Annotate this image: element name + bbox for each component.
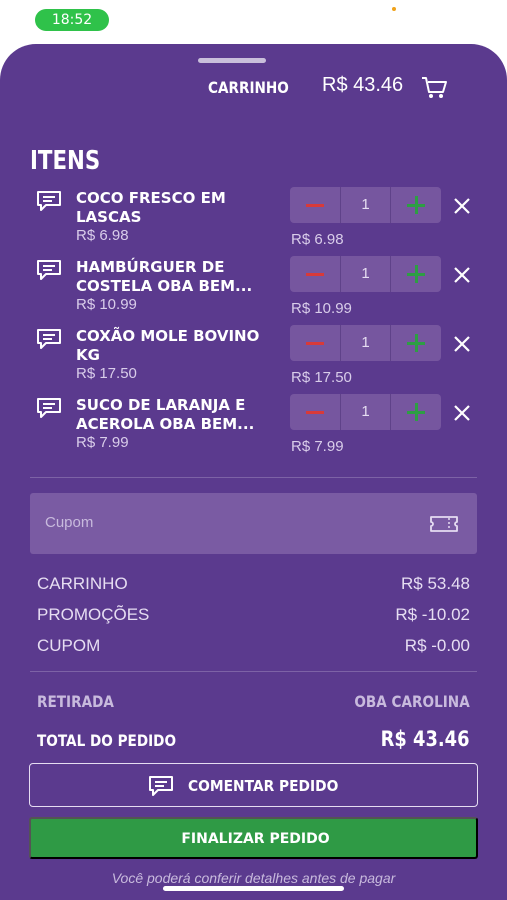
increment-button[interactable] (391, 187, 441, 223)
summary-label: CUPOM (37, 636, 101, 655)
home-indicator[interactable] (163, 886, 344, 891)
divider (30, 671, 477, 672)
quantity-stepper: 1 (290, 325, 441, 361)
drag-handle[interactable] (198, 58, 266, 63)
quantity-value: 1 (340, 187, 391, 223)
decrement-button[interactable] (290, 394, 340, 430)
cart-sheet: CARRINHO R$ 43.46 ITENS COCO FRESCO EM L… (0, 44, 507, 900)
finish-order-label: FINALIZAR PEDIDO (181, 831, 330, 847)
item-line-total: R$ 7.99 (291, 438, 344, 455)
cart-item: COXÃO MOLE BOVINO KG R$ 17.50 1 R$ 17.50 (0, 325, 507, 391)
cart-header-total: R$ 43.46 (322, 74, 404, 96)
summary-row-cart: CARRINHO R$ 53.48 (37, 574, 470, 596)
comment-icon[interactable] (36, 397, 62, 419)
quantity-stepper: 1 (290, 187, 441, 223)
decrement-button[interactable] (290, 187, 340, 223)
pickup-store: OBA CAROLINA (354, 692, 470, 711)
close-icon[interactable] (451, 264, 473, 286)
divider (30, 477, 477, 478)
quantity-stepper: 1 (290, 394, 441, 430)
comment-icon[interactable] (36, 259, 62, 281)
order-total-label: TOTAL DO PEDIDO (37, 731, 177, 750)
cart-icon[interactable] (420, 74, 448, 100)
item-line-total: R$ 17.50 (291, 369, 352, 386)
item-line-total: R$ 6.98 (291, 231, 344, 248)
item-unit-price: R$ 6.98 (76, 227, 129, 244)
order-total-row: TOTAL DO PEDIDO R$ 43.46 (37, 727, 470, 751)
item-line-total: R$ 10.99 (291, 300, 352, 317)
close-icon[interactable] (451, 333, 473, 355)
finish-order-button[interactable]: FINALIZAR PEDIDO (29, 817, 478, 859)
item-name: SUCO DE LARANJA E ACEROLA OBA BEM... (76, 396, 255, 433)
cart-title: CARRINHO (208, 78, 289, 97)
summary-row-promotions: PROMOÇÕES R$ -10.02 (37, 605, 470, 627)
payment-note: Você poderá conferir detalhes antes de p… (111, 870, 396, 886)
decrement-button[interactable] (290, 256, 340, 292)
increment-button[interactable] (391, 325, 441, 361)
decrement-button[interactable] (290, 325, 340, 361)
quantity-value: 1 (340, 256, 391, 292)
item-name: COCO FRESCO EM LASCAS (76, 189, 226, 226)
ticket-icon (430, 516, 458, 532)
coupon-field[interactable]: Cupom (30, 493, 477, 554)
item-name: HAMBÚRGUER DE COSTELA OBA BEM... (76, 258, 253, 295)
item-unit-price: R$ 17.50 (76, 365, 137, 382)
comment-order-button[interactable]: COMENTAR PEDIDO (29, 763, 478, 807)
cart-item: SUCO DE LARANJA E ACEROLA OBA BEM... R$ … (0, 394, 507, 460)
quantity-value: 1 (340, 394, 391, 430)
summary-value: R$ -0.00 (404, 636, 470, 655)
quantity-value: 1 (340, 325, 391, 361)
comment-icon[interactable] (36, 190, 62, 212)
increment-button[interactable] (391, 394, 441, 430)
status-dot (392, 7, 396, 11)
item-unit-price: R$ 7.99 (76, 434, 129, 451)
items-section-title: ITENS (30, 146, 101, 176)
order-total-value: R$ 43.46 (381, 727, 470, 751)
comment-icon (149, 776, 173, 796)
summary-value: R$ -10.02 (395, 605, 470, 624)
summary-row-coupon: CUPOM R$ -0.00 (37, 636, 470, 658)
cart-item: HAMBÚRGUER DE COSTELA OBA BEM... R$ 10.9… (0, 256, 507, 322)
close-icon[interactable] (451, 402, 473, 424)
summary-label: PROMOÇÕES (37, 605, 150, 624)
increment-button[interactable] (391, 256, 441, 292)
close-icon[interactable] (451, 195, 473, 217)
comment-icon[interactable] (36, 328, 62, 350)
summary-value: R$ 53.48 (401, 574, 470, 593)
pickup-row: RETIRADA OBA CAROLINA (37, 692, 470, 716)
item-unit-price: R$ 10.99 (76, 296, 137, 313)
comment-order-label: COMENTAR PEDIDO (188, 777, 339, 795)
status-time: 18:52 (35, 9, 109, 31)
summary-label: CARRINHO (37, 574, 128, 593)
cart-header: CARRINHO R$ 43.46 (0, 72, 507, 104)
pickup-label: RETIRADA (37, 692, 114, 711)
cart-item: COCO FRESCO EM LASCAS R$ 6.98 1 R$ 6.98 (0, 187, 507, 253)
quantity-stepper: 1 (290, 256, 441, 292)
status-bar: 18:52 (0, 0, 507, 42)
item-name: COXÃO MOLE BOVINO KG (76, 327, 260, 364)
coupon-placeholder: Cupom (45, 514, 94, 531)
